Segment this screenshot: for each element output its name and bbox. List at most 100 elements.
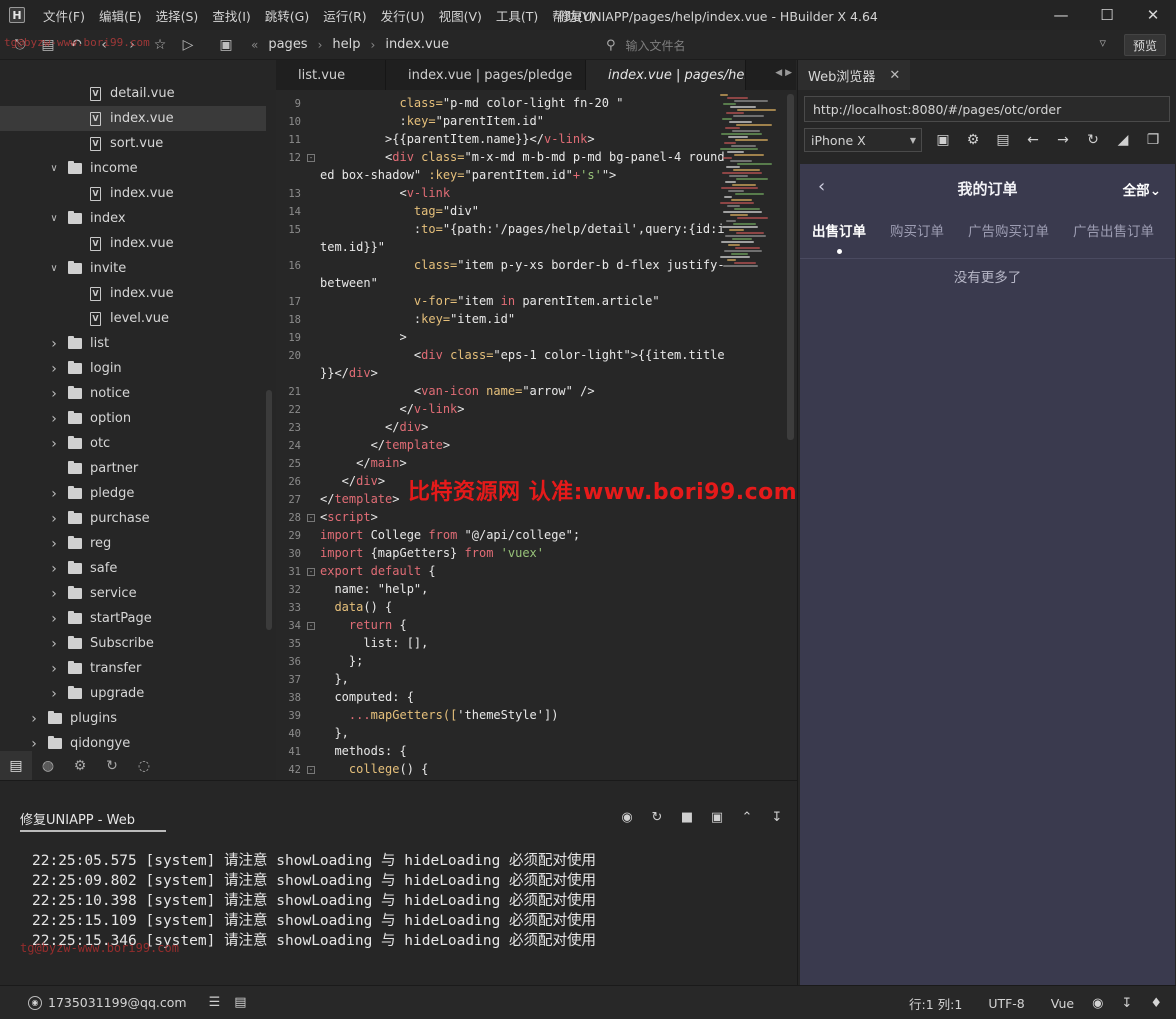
run-icon[interactable]: ▷ — [174, 30, 202, 60]
breadcrumb-help[interactable]: help — [332, 37, 360, 52]
tab-web-browser[interactable]: Web浏览器 ✕ — [798, 60, 911, 90]
refresh-icon[interactable]: ↻ — [1078, 128, 1108, 152]
chevron-right-icon[interactable]: › — [48, 686, 60, 702]
tab-scroll-arrows-icon[interactable]: ◀ ▶ — [775, 68, 792, 78]
debug-icon[interactable]: ⚙ — [64, 751, 96, 781]
chevron-right-icon[interactable]: › — [48, 636, 60, 652]
restart-icon[interactable]: ↻ — [642, 807, 672, 827]
minimap[interactable] — [720, 94, 782, 274]
lock-icon[interactable]: ◢ — [1108, 128, 1138, 152]
copy-icon[interactable]: ❐ — [1138, 128, 1168, 152]
chevron-right-icon[interactable]: › — [48, 586, 60, 602]
maximize-icon[interactable]: ☐ — [1084, 0, 1130, 30]
download-icon[interactable]: ↧ — [1121, 996, 1132, 1011]
collapse-up-icon[interactable]: ⌃ — [732, 807, 762, 827]
tab-ad-sell-orders[interactable]: 广告出售订单 — [1073, 220, 1154, 250]
tree-folder[interactable]: › purchase — [48, 506, 150, 531]
tree-folder[interactable]: partner — [48, 456, 138, 481]
menu-find[interactable]: 查找(I) — [205, 6, 257, 25]
tree-folder[interactable]: › option — [48, 406, 131, 431]
tab-sell-orders[interactable]: 出售订单 — [812, 220, 866, 250]
close-icon[interactable]: ✕ — [1130, 0, 1176, 30]
chevron-down-icon[interactable]: ∨ — [48, 263, 60, 274]
stop-icon[interactable]: ■ — [672, 807, 702, 827]
code-editor[interactable]: 9 10 11 12-13 14 15 16 17 18 19 20 21 22 23 24 25 26 27 28… — [276, 90, 796, 780]
breadcrumb-file[interactable]: index.vue — [385, 37, 449, 52]
chevron-right-icon[interactable]: › — [48, 611, 60, 627]
back-arrow-icon[interactable]: ‹ — [818, 176, 825, 197]
tree-file[interactable]: Vindex.vue — [0, 106, 266, 131]
tree-folder[interactable]: › list — [48, 331, 109, 356]
tab-ad-buy-orders[interactable]: 广告购买订单 — [968, 220, 1049, 250]
chevron-right-icon[interactable]: › — [48, 336, 60, 352]
tree-folder[interactable]: › service — [48, 581, 136, 606]
arrow-left-icon[interactable]: ← — [1018, 128, 1048, 152]
url-input[interactable]: http://localhost:8080/#/pages/otc/order — [804, 96, 1170, 122]
tree-folder[interactable]: › login — [48, 356, 121, 381]
tree-folder[interactable]: › otc — [48, 431, 110, 456]
device-select[interactable]: iPhone X ▼ — [804, 128, 922, 152]
menu-select[interactable]: 选择(S) — [149, 6, 206, 25]
star-icon[interactable]: ☆ — [146, 30, 174, 60]
fold-toggle-icon[interactable]: - — [307, 622, 315, 630]
sidebar-scrollbar[interactable] — [266, 390, 272, 630]
chevron-right-icon[interactable]: › — [48, 436, 60, 452]
project-manager-icon[interactable]: ▤ — [0, 751, 32, 781]
arrow-right-icon[interactable]: → — [1048, 128, 1078, 152]
chevron-right-icon[interactable]: › — [28, 711, 40, 727]
chevron-down-icon[interactable]: ∨ — [48, 163, 60, 174]
tree-file[interactable]: Vsort.vue — [90, 131, 163, 156]
list-icon[interactable]: ☰ — [209, 995, 221, 1010]
tab-index-pledge[interactable]: index.vue | pages/pledge — [386, 60, 586, 90]
chevron-right-icon[interactable]: › — [48, 386, 60, 402]
console-icon[interactable]: ▤ — [988, 128, 1018, 152]
chevron-right-icon[interactable]: › — [48, 561, 60, 577]
language-mode[interactable]: Vue — [1051, 996, 1074, 1011]
tree-folder[interactable]: › safe — [48, 556, 117, 581]
settings-icon[interactable]: ⚙ — [958, 128, 988, 152]
tree-folder[interactable]: › transfer — [48, 656, 141, 681]
filter-icon[interactable]: ▿ — [1099, 36, 1106, 51]
chat-icon[interactable]: ◉ — [1092, 996, 1103, 1011]
chevron-down-icon[interactable]: ∨ — [48, 213, 60, 224]
tab-list-vue[interactable]: list.vue — [276, 60, 386, 90]
menu-run[interactable]: 运行(R) — [316, 6, 373, 25]
tree-folder[interactable]: › reg — [48, 531, 111, 556]
preview-button[interactable]: 预览 — [1123, 34, 1166, 56]
menu-edit[interactable]: 编辑(E) — [92, 6, 149, 25]
chevron-right-icon[interactable]: › — [48, 661, 60, 677]
tree-folder[interactable]: › startPage — [48, 606, 152, 631]
file-search-input[interactable]: ⚲ 输入文件名 — [606, 30, 1106, 60]
menu-help[interactable]: 帮助(Y) — [545, 6, 601, 25]
tab-buy-orders[interactable]: 购买订单 — [890, 220, 944, 250]
fold-toggle-icon[interactable]: - — [307, 568, 315, 576]
chevron-right-icon[interactable]: › — [48, 411, 60, 427]
breadcrumb-pages[interactable]: pages — [268, 37, 307, 52]
tree-file[interactable]: Vindex.vue — [90, 231, 174, 256]
fold-toggle-icon[interactable]: - — [307, 154, 315, 162]
chevron-right-icon[interactable]: › — [48, 486, 60, 502]
minimize-icon[interactable]: — — [1038, 0, 1084, 30]
tree-folder[interactable]: › qidongye — [28, 731, 130, 751]
tree-folder[interactable]: › upgrade — [48, 681, 144, 706]
tree-file[interactable]: Vlevel.vue — [90, 306, 169, 331]
screenshot-icon[interactable]: ▣ — [928, 128, 958, 152]
tree-file[interactable]: Vindex.vue — [90, 181, 174, 206]
close-tab-icon[interactable]: ✕ — [889, 68, 900, 83]
chevron-right-icon[interactable]: › — [48, 511, 60, 527]
encoding[interactable]: UTF-8 — [988, 996, 1024, 1011]
clear-console-icon[interactable]: ▣ — [702, 807, 732, 827]
source-control-icon[interactable]: ↻ — [96, 751, 128, 781]
tree-folder[interactable]: ∨ index — [48, 206, 126, 231]
fold-toggle-icon[interactable]: - — [307, 766, 315, 774]
menu-publish[interactable]: 发行(U) — [374, 6, 432, 25]
chevron-right-icon[interactable]: › — [48, 361, 60, 377]
debug-bug-icon[interactable]: ◉ — [612, 807, 642, 827]
tree-folder[interactable]: › plugins — [28, 706, 117, 731]
tree-file[interactable]: Vindex.vue — [90, 281, 174, 306]
bell-icon[interactable]: ♦ — [1150, 996, 1162, 1011]
terminal-icon[interactable]: ▤ — [234, 995, 246, 1010]
menu-view[interactable]: 视图(V) — [432, 6, 489, 25]
tree-folder[interactable]: › notice — [48, 381, 130, 406]
plugin-icon[interactable]: ◌ — [128, 751, 160, 781]
